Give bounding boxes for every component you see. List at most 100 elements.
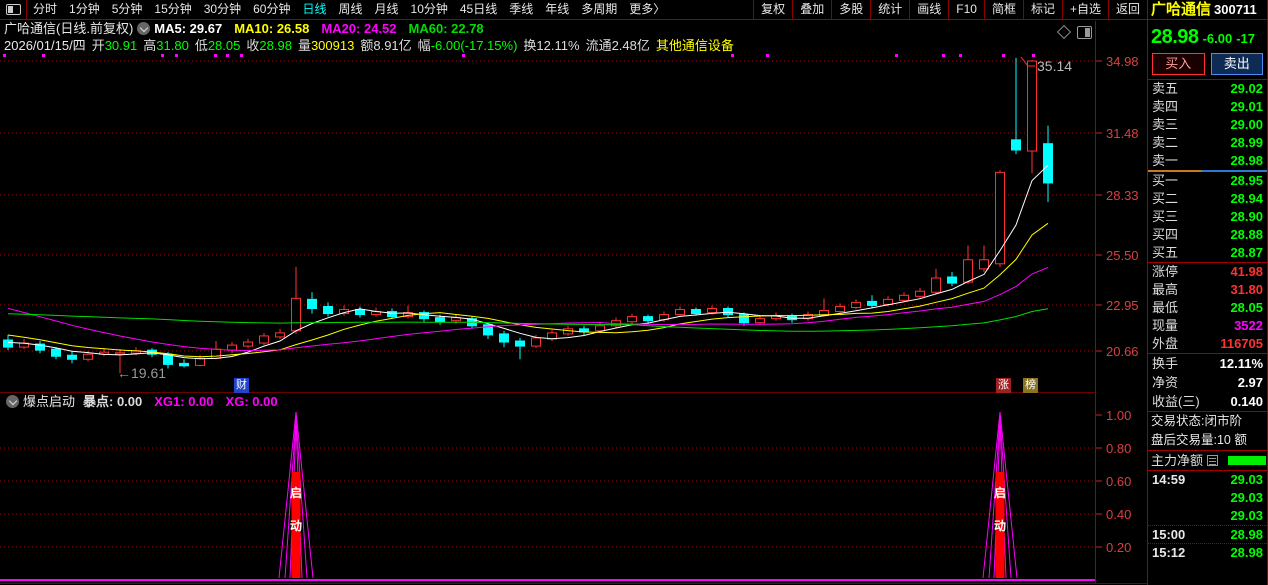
chart-tag-2[interactable]: 榜 [1023,378,1038,393]
axis-label: 0.60 [1106,474,1131,489]
axis-label: 20.66 [1106,344,1139,359]
chart-header-line1: 广哈通信(日线.前复权) MA5: 29.67MA10: 26.58MA20: 2… [4,21,496,37]
ratio-row-2: 收益(三)0.140 [1148,392,1267,411]
signal-dot [731,54,734,57]
indicator-field-1: XG1: 0.00 [154,394,213,409]
candle-down [500,334,509,342]
ask-row-0: 卖五29.02 [1148,80,1267,98]
bid-row-value: 28.87 [1230,244,1263,262]
stat-row-3: 现量 3522 [1148,317,1267,335]
stat-row-1: 最高31.80 [1148,281,1267,299]
stat-row-value: 3522 [1234,317,1263,335]
ratio-value: 2.97 [1238,373,1263,392]
ratio-row-1: 净资2.97 [1148,373,1267,392]
signal-bar-label: 启 [290,485,302,500]
info-field-2: 低28.05 [195,38,241,53]
candle-down [436,318,445,322]
signal-dot [1032,54,1035,57]
bid-row-value: 28.94 [1230,190,1263,208]
sell-button[interactable]: 卖出 [1211,53,1264,75]
signal-dot [942,54,945,57]
candle-up [628,317,637,322]
trade-status-block: 交易状态:闭市阶盘后交易量:10 额 [1148,411,1267,450]
ask-row-label: 卖一 [1152,152,1178,170]
ask-row-label: 卖四 [1152,98,1178,116]
ratio-value: 12.11% [1220,354,1263,373]
info-field-value: 28.05 [208,38,241,53]
industry-label[interactable]: 其他通信设备 [656,38,734,53]
signal-dot [161,54,164,57]
tick-time: 15:00 [1152,526,1185,543]
signal-bar-label: 动 [290,519,302,533]
indicator-collapse-icon[interactable] [6,395,19,408]
candle-up [932,278,941,292]
signal-dot [959,54,962,57]
info-field-3: 收28.98 [246,38,292,53]
stat-row-value: 28.05 [1230,299,1263,317]
bid-row-label: 买三 [1152,208,1178,226]
buy-button[interactable]: 买入 [1152,53,1205,75]
info-field-value: 300913 [311,38,354,53]
trade-buttons: 买入 卖出 [1148,50,1267,80]
candle-up [116,353,125,354]
stock-name: 广哈通信 [1151,1,1211,18]
info-field-6: 幅-6.00(-17.15%) [418,38,518,53]
ma20-line [8,267,1048,350]
panel-layout-icon[interactable] [1077,26,1092,39]
candle-down [948,277,957,283]
ma60-line [8,309,1048,332]
candle-up [276,333,285,337]
info-field-value: -6.00(-17.15%) [431,38,518,53]
bid-row-label: 买二 [1152,190,1178,208]
ask-row-4: 卖一28.98 [1148,152,1267,170]
tick-list: 14:5929.0329.0329.0315:0028.9815:1228.98 [1148,471,1267,561]
candle-down [388,312,397,317]
signal-dot [895,54,898,57]
chart-tag-1[interactable]: 涨 [996,378,1011,393]
bid-row-value: 28.95 [1230,172,1263,190]
indicator-name[interactable]: 爆点启动 [23,394,75,409]
chart-tag-0[interactable]: 财 [234,378,249,393]
tick-price: 29.03 [1230,507,1263,525]
ohlc-fields: 开30.91高31.80低28.05收28.98量300913额8.91亿幅-6… [92,38,656,53]
signal-dot [3,54,6,57]
candle-up [244,342,253,346]
candle-down [516,341,525,346]
candle-down [356,310,365,315]
stat-row-4: 外盘116705 [1148,335,1267,353]
bid-row-2: 买三28.90 [1148,208,1267,226]
axis-label: 28.33 [1106,188,1139,203]
info-field-label: 低 [195,38,208,53]
chevron-down-icon[interactable] [137,22,150,35]
info-field-label: 换 [523,38,536,53]
candle-up [884,299,893,304]
tick-row-2: 29.03 [1148,507,1267,525]
info-field-value: 31.80 [156,38,189,53]
candle-up [1028,61,1037,151]
tick-price: 28.98 [1230,544,1263,561]
info-field-label: 量 [298,38,311,53]
ask-row-3: 卖二28.99 [1148,134,1267,152]
ma-labels: MA5: 29.67MA10: 26.58MA20: 24.52MA60: 22… [154,21,495,36]
main-flow-bar [1228,456,1266,465]
chart-title: 广哈通信(日线.前复权) [4,21,133,36]
signal-spike: 启动 [279,412,313,578]
candle-up [836,306,845,311]
candle-down [52,349,61,356]
ask-row-2: 卖三29.00 [1148,116,1267,134]
candle-up [900,295,909,300]
tick-row-1: 29.03 [1148,489,1267,507]
axis-label: 31.48 [1106,126,1139,141]
main-flow-row[interactable]: 主力净额 [1148,450,1267,471]
tick-price: 29.03 [1230,489,1263,507]
signal-bar-label: 启 [994,485,1006,500]
info-field-value: 12.11% [536,38,579,53]
status-line-0: 交易状态:闭市阶 [1148,412,1267,431]
candle-up [260,336,269,343]
stock-name-row[interactable]: 广哈通信300711 [1148,0,1267,20]
axis-label: 0.20 [1106,540,1131,555]
price-row: 28.98-6.00-17 [1148,20,1267,50]
axis-label: 22.95 [1106,298,1139,313]
stat-row-label: 现量 [1152,317,1178,335]
stock-code: 300711 [1214,2,1257,17]
